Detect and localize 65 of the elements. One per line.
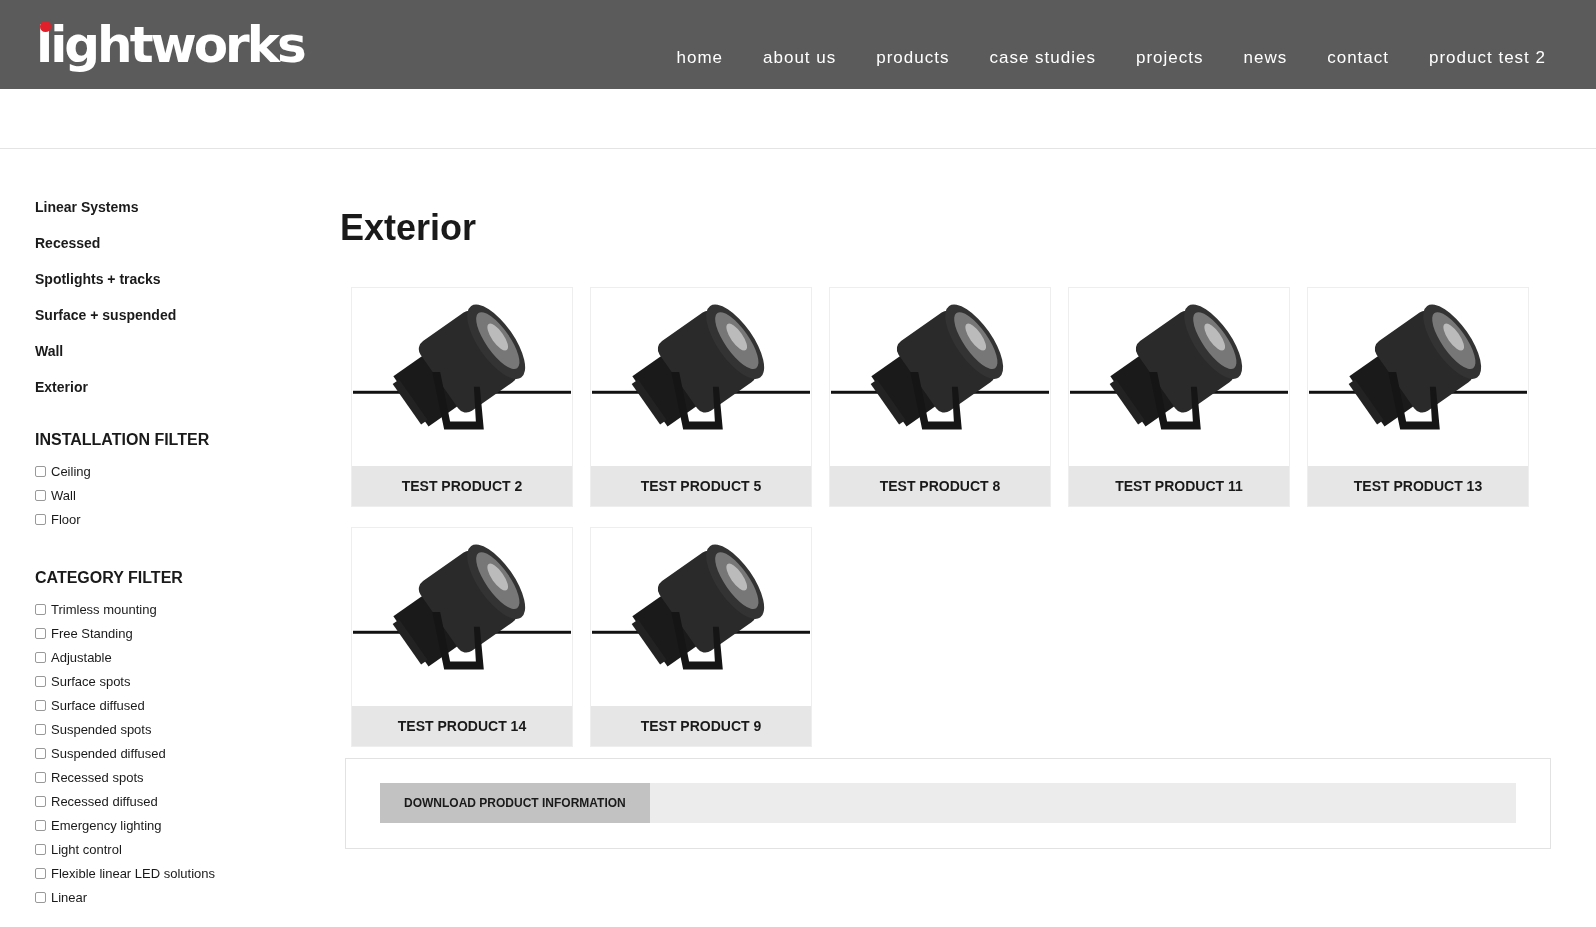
nav-link[interactable]: products xyxy=(876,47,950,68)
category-link[interactable]: Exterior xyxy=(35,379,305,395)
product-name[interactable]: TEST PRODUCT 9 xyxy=(591,706,811,746)
checkbox[interactable] xyxy=(35,723,46,735)
checkbox[interactable] xyxy=(35,891,46,903)
checkbox-label[interactable]: Wall xyxy=(51,487,76,503)
nav-link[interactable]: about us xyxy=(763,47,837,68)
category-link[interactable]: Spotlights + tracks xyxy=(35,271,305,287)
product-name[interactable]: TEST PRODUCT 14 xyxy=(352,706,572,746)
category-link[interactable]: Recessed xyxy=(35,235,305,251)
nav-link[interactable]: projects xyxy=(1135,47,1204,68)
checkbox[interactable] xyxy=(35,819,46,831)
checkbox[interactable] xyxy=(35,699,46,711)
product-card[interactable]: TEST PRODUCT 11 xyxy=(1068,287,1290,507)
nav-link[interactable]: home xyxy=(676,47,723,68)
checkbox-label[interactable]: Adjustable xyxy=(51,649,112,665)
checkbox-label[interactable]: Trimless mounting xyxy=(51,601,157,617)
checkbox-label[interactable]: Surface spots xyxy=(51,673,131,689)
download-button[interactable]: DOWNLOAD PRODUCT INFORMATION xyxy=(380,783,650,823)
product-card[interactable]: TEST PRODUCT 2 xyxy=(351,287,573,507)
product-name[interactable]: TEST PRODUCT 13 xyxy=(1308,466,1528,506)
checkbox[interactable] xyxy=(35,747,46,759)
checkbox[interactable] xyxy=(35,627,46,639)
checkbox[interactable] xyxy=(35,465,46,477)
checkbox[interactable] xyxy=(35,795,46,807)
product-name[interactable]: TEST PRODUCT 8 xyxy=(830,466,1050,506)
nav-link[interactable]: news xyxy=(1243,47,1288,68)
category-link[interactable]: Surface + suspended xyxy=(35,307,305,323)
checkbox-label[interactable]: Recessed spots xyxy=(51,769,144,785)
filter-heading: CATEGORY FILTER xyxy=(35,569,184,587)
checkbox[interactable] xyxy=(35,489,46,501)
product-name[interactable]: TEST PRODUCT 11 xyxy=(1069,466,1289,506)
nav-link[interactable]: product test 2 xyxy=(1429,47,1546,68)
product-name[interactable]: TEST PRODUCT 5 xyxy=(591,466,811,506)
nav-link[interactable]: case studies xyxy=(989,47,1096,68)
checkbox-label[interactable]: Suspended diffused xyxy=(51,745,166,761)
filter-heading: INSTALLATION FILTER xyxy=(35,431,211,449)
category-link[interactable]: Linear Systems xyxy=(35,199,305,215)
product-card[interactable]: TEST PRODUCT 8 xyxy=(829,287,1051,507)
checkbox-label[interactable]: Light control xyxy=(51,841,122,857)
product-card[interactable]: TEST PRODUCT 14 xyxy=(351,527,573,747)
product-name[interactable]: TEST PRODUCT 2 xyxy=(352,466,572,506)
checkbox[interactable] xyxy=(35,675,46,687)
product-card[interactable]: TEST PRODUCT 5 xyxy=(590,287,812,507)
checkbox-label[interactable]: Floor xyxy=(51,511,81,527)
checkbox-label[interactable]: Free Standing xyxy=(51,625,133,641)
checkbox-label[interactable]: Surface diffused xyxy=(51,697,145,713)
checkbox[interactable] xyxy=(35,843,46,855)
checkbox-label[interactable]: Recessed diffused xyxy=(51,793,158,809)
checkbox[interactable] xyxy=(35,771,46,783)
checkbox[interactable] xyxy=(35,513,46,525)
product-card[interactable]: TEST PRODUCT 9 xyxy=(590,527,812,747)
checkbox[interactable] xyxy=(35,867,46,879)
nav-link[interactable]: contact xyxy=(1327,47,1389,68)
checkbox-label[interactable]: Emergency lighting xyxy=(51,817,162,833)
page-title: Exterior xyxy=(340,207,478,249)
checkbox-label[interactable]: Suspended spots xyxy=(51,721,152,737)
category-link[interactable]: Wall xyxy=(35,343,305,359)
checkbox-label[interactable]: Flexible linear LED solutions xyxy=(51,865,216,881)
checkbox-label[interactable]: Linear xyxy=(51,889,88,905)
logo[interactable]: lightworks xyxy=(36,19,304,70)
product-card[interactable]: TEST PRODUCT 13 xyxy=(1307,287,1529,507)
checkbox[interactable] xyxy=(35,603,46,615)
checkbox[interactable] xyxy=(35,651,46,663)
checkbox-label[interactable]: Ceiling xyxy=(51,463,91,479)
